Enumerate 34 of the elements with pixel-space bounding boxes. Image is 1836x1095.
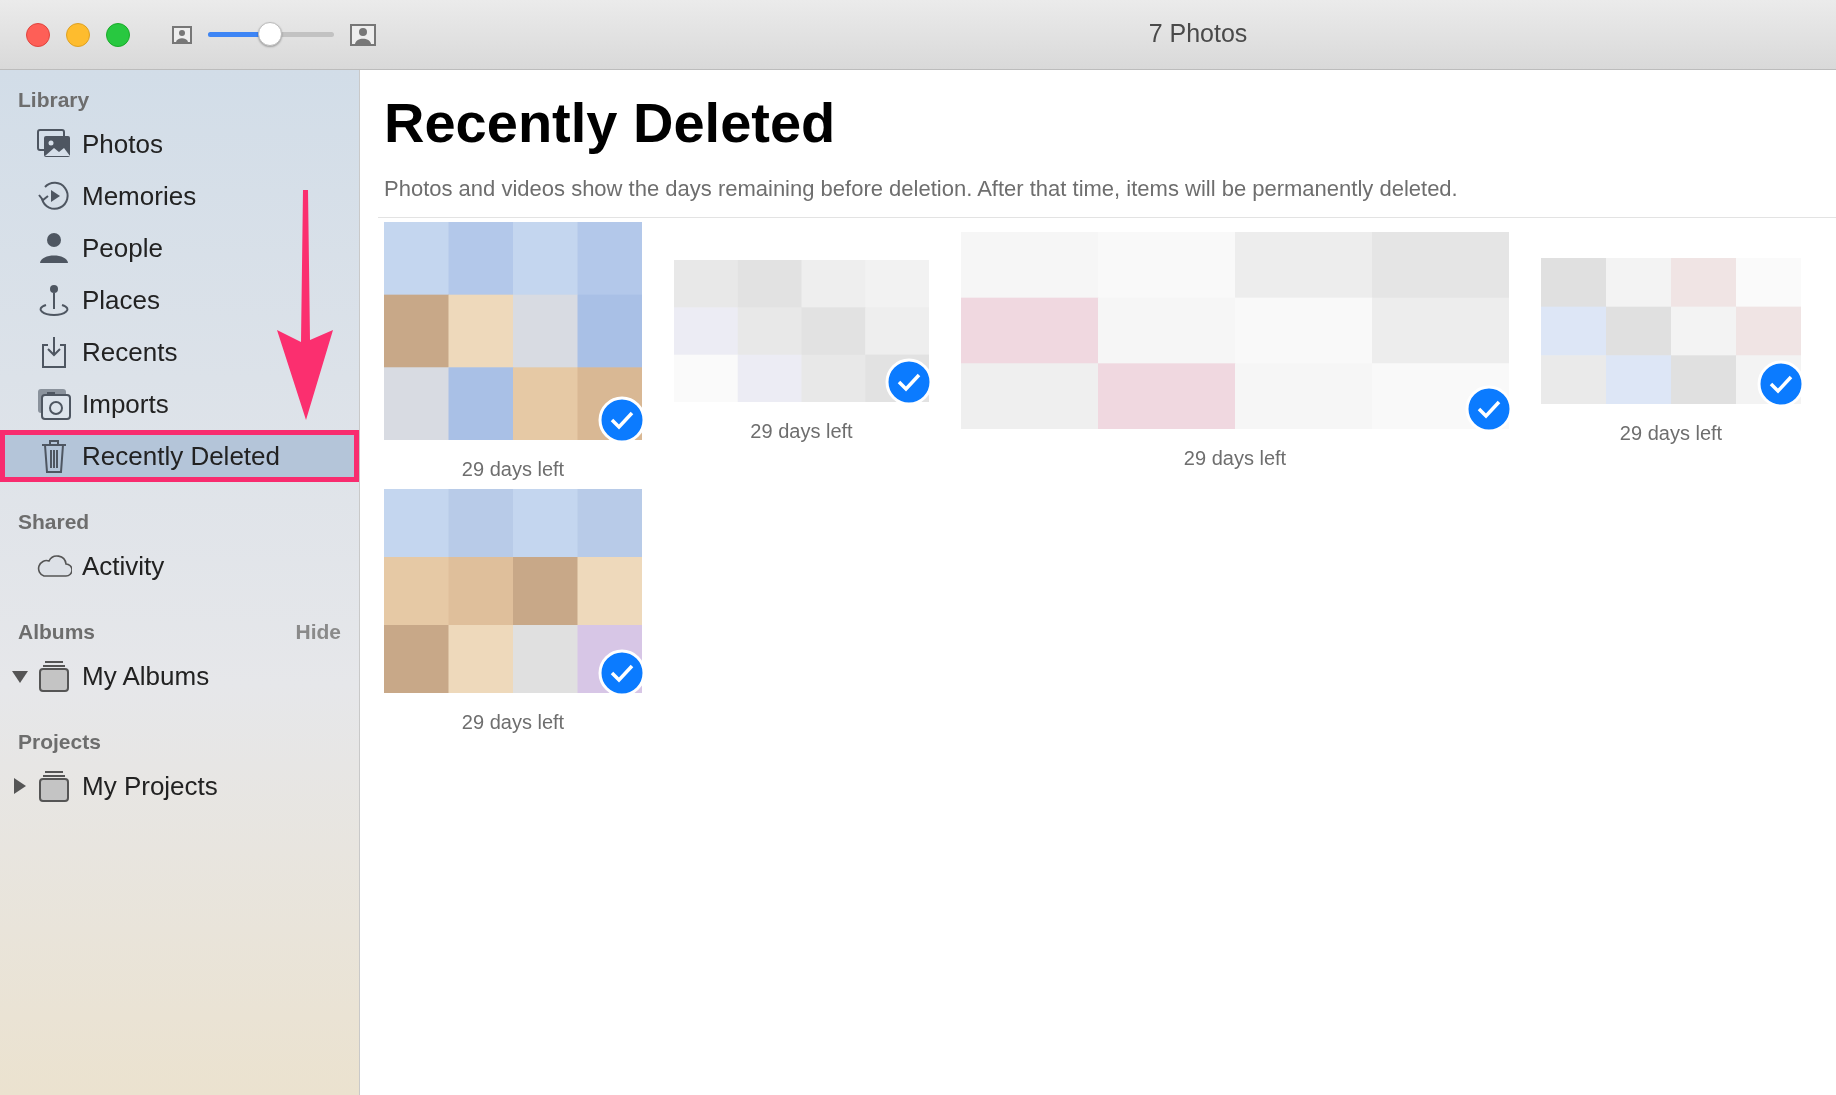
section-header: Albums xyxy=(18,619,95,646)
sidebar-item[interactable]: Recents xyxy=(0,326,359,378)
days-left-label: 29 days left xyxy=(461,456,565,482)
close-button[interactable] xyxy=(26,22,50,47)
section-header: Library xyxy=(18,87,90,114)
large-photo-icon[interactable] xyxy=(350,23,376,46)
sidebar-item[interactable]: Photos xyxy=(0,118,359,170)
zoom-button[interactable] xyxy=(106,22,130,47)
sidebar-item[interactable]: Memories xyxy=(0,170,359,222)
album-stack-icon xyxy=(36,659,72,693)
days-left-label: 29 days left xyxy=(461,709,565,735)
zoom-slider-thumb[interactable] xyxy=(257,22,282,46)
checkmark-icon[interactable] xyxy=(598,648,646,697)
checkmark-icon[interactable] xyxy=(1757,359,1805,408)
section-header: Projects xyxy=(18,729,101,756)
project-stack-icon xyxy=(36,769,72,803)
camera-icon xyxy=(36,387,72,421)
sidebar-item[interactable]: Recently Deleted xyxy=(0,430,359,482)
window-title: 7 Photos xyxy=(1148,19,1248,47)
sidebar-item[interactable]: Places xyxy=(0,274,359,326)
checkmark-icon[interactable] xyxy=(885,357,933,406)
memories-icon xyxy=(36,179,72,213)
days-left-label: 29 days left xyxy=(1619,420,1723,446)
checkmark-icon[interactable] xyxy=(598,395,646,444)
days-left-label: 29 days left xyxy=(1183,446,1287,472)
sidebar-item[interactable]: People xyxy=(0,222,359,274)
section-header: Shared xyxy=(18,509,90,536)
page-title: Recently Deleted xyxy=(384,92,837,154)
sidebar-item[interactable]: My Albums xyxy=(0,650,359,702)
sidebar-item[interactable]: Activity xyxy=(0,540,359,592)
days-left-label: 29 days left xyxy=(750,418,853,444)
small-photo-icon[interactable] xyxy=(172,25,192,44)
sidebar-item[interactable]: My Projects xyxy=(0,760,359,812)
page-description: Photos and videos show the days remaining before deletion. After that time, items will be permanently deleted. xyxy=(384,174,1459,203)
